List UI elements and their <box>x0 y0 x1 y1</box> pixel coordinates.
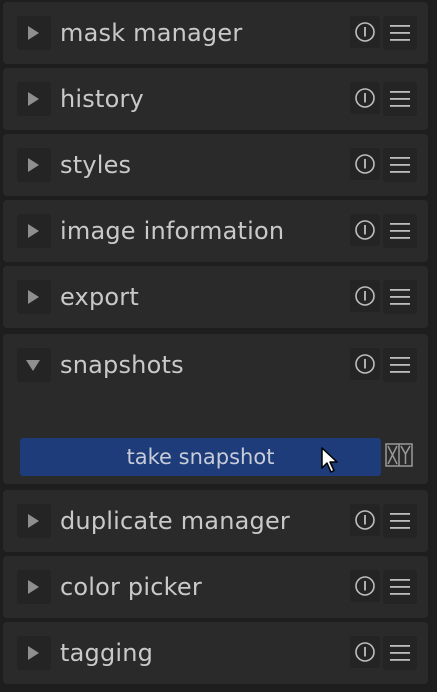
info-button[interactable] <box>350 504 380 536</box>
hamburger-menu-icon <box>390 289 410 305</box>
triangle-down-icon <box>26 360 40 371</box>
triangle-right-icon <box>28 580 39 594</box>
module-header[interactable]: history <box>3 68 428 126</box>
module-header[interactable]: styles <box>3 134 428 192</box>
module-label: snapshots <box>60 351 184 379</box>
info-icon <box>355 88 375 108</box>
module-menu-button[interactable] <box>383 504 417 538</box>
info-icon <box>355 576 375 596</box>
hamburger-menu-icon <box>390 223 410 239</box>
hamburger-menu-icon <box>390 157 410 173</box>
mouse-pointer-icon <box>321 447 338 473</box>
module-menu-button[interactable] <box>383 148 417 182</box>
module-menu-button[interactable] <box>383 280 417 314</box>
module-menu-button[interactable] <box>383 82 417 116</box>
hamburger-menu-icon <box>390 645 410 661</box>
info-button[interactable] <box>350 280 380 312</box>
expand-toggle-button[interactable] <box>17 280 51 314</box>
module-image-information: image information <box>3 200 428 262</box>
info-icon <box>355 354 375 374</box>
info-button[interactable] <box>350 148 380 180</box>
expand-toggle-button[interactable] <box>17 148 51 182</box>
module-snapshots: snapshots take snapshot <box>3 334 428 484</box>
module-label: color picker <box>60 573 202 601</box>
module-menu-button[interactable] <box>383 636 417 670</box>
module-menu-button[interactable] <box>383 16 417 50</box>
expand-toggle-button[interactable] <box>17 16 51 50</box>
module-header[interactable]: snapshots <box>3 334 428 392</box>
hamburger-menu-icon <box>390 513 410 529</box>
triangle-right-icon <box>28 646 39 660</box>
info-button[interactable] <box>350 82 380 114</box>
hamburger-menu-icon <box>390 357 410 373</box>
hamburger-menu-icon <box>390 579 410 595</box>
info-icon <box>355 220 375 240</box>
info-button[interactable] <box>350 570 380 602</box>
info-icon <box>355 286 375 306</box>
expand-toggle-button[interactable] <box>17 82 51 116</box>
expand-toggle-button[interactable] <box>17 504 51 538</box>
expand-toggle-button[interactable] <box>17 214 51 248</box>
expand-toggle-button[interactable] <box>17 348 51 382</box>
triangle-right-icon <box>28 514 39 528</box>
info-button[interactable] <box>350 214 380 246</box>
module-color-picker: color picker <box>3 556 428 618</box>
info-icon <box>355 642 375 662</box>
module-menu-button[interactable] <box>383 348 417 382</box>
module-header[interactable]: color picker <box>3 556 428 614</box>
module-header[interactable]: export <box>3 266 428 324</box>
module-mask-manager: mask manager <box>3 2 428 64</box>
module-export: export <box>3 266 428 328</box>
module-label: image information <box>60 217 285 245</box>
module-label: styles <box>60 151 132 179</box>
triangle-right-icon <box>28 26 39 40</box>
info-icon <box>355 154 375 174</box>
module-tagging: tagging <box>3 622 428 684</box>
info-button[interactable] <box>350 348 380 380</box>
module-label: export <box>60 283 139 311</box>
hamburger-menu-icon <box>390 25 410 41</box>
compare-snapshot-icon[interactable] <box>384 439 414 471</box>
module-menu-button[interactable] <box>383 570 417 604</box>
expand-toggle-button[interactable] <box>17 570 51 604</box>
module-label: duplicate manager <box>60 507 290 535</box>
triangle-right-icon <box>28 92 39 106</box>
expand-toggle-button[interactable] <box>17 636 51 670</box>
module-label: tagging <box>60 639 154 667</box>
triangle-right-icon <box>28 224 39 238</box>
module-menu-button[interactable] <box>383 214 417 248</box>
module-styles: styles <box>3 134 428 196</box>
module-header[interactable]: duplicate manager <box>3 490 428 548</box>
module-header[interactable]: image information <box>3 200 428 258</box>
hamburger-menu-icon <box>390 91 410 107</box>
module-header[interactable]: mask manager <box>3 2 428 60</box>
module-label: mask manager <box>60 19 243 47</box>
info-icon <box>355 22 375 42</box>
module-label: history <box>60 85 144 113</box>
triangle-right-icon <box>28 158 39 172</box>
info-button[interactable] <box>350 636 380 668</box>
module-duplicate-manager: duplicate manager <box>3 490 428 552</box>
module-header[interactable]: tagging <box>3 622 428 680</box>
triangle-right-icon <box>28 290 39 304</box>
module-history: history <box>3 68 428 130</box>
info-button[interactable] <box>350 16 380 48</box>
info-icon <box>355 510 375 530</box>
